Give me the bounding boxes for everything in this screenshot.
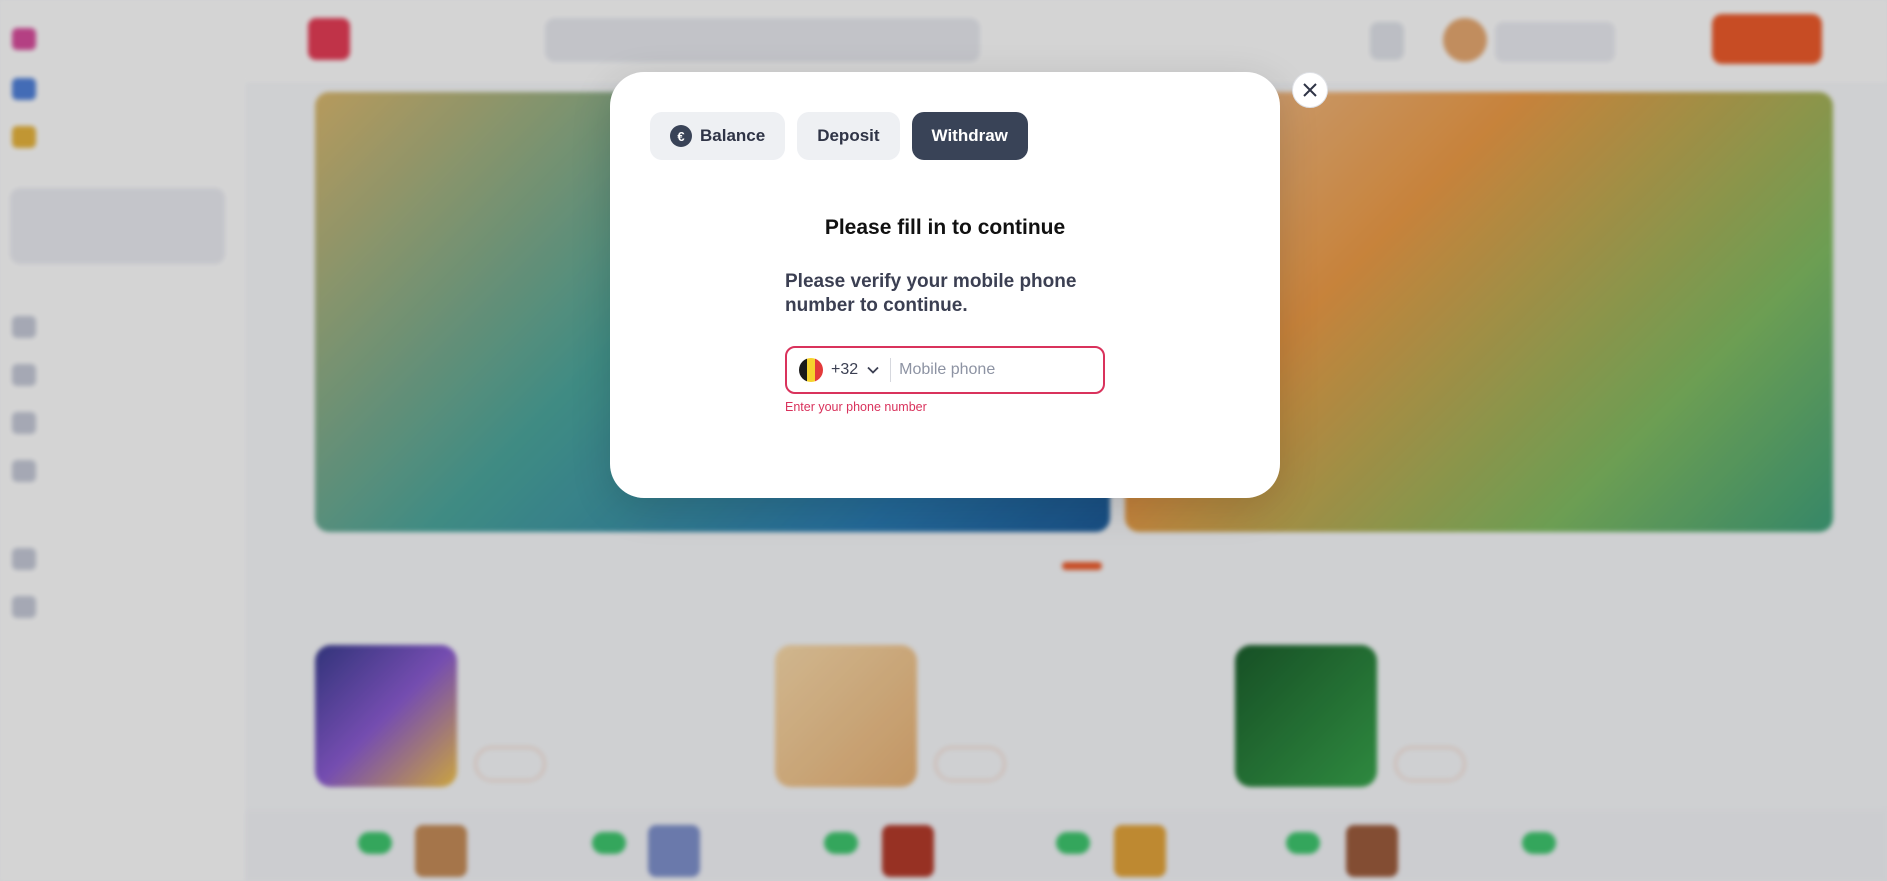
belgium-flag-icon[interactable]	[799, 358, 823, 382]
tab-balance[interactable]: € Balance	[650, 112, 786, 160]
close-button[interactable]	[1292, 72, 1328, 108]
mobile-phone-input[interactable]	[899, 361, 1070, 379]
tab-label: Deposit	[817, 126, 880, 145]
verification-modal: € Balance Deposit Withdraw Please fill i…	[610, 72, 1280, 498]
modal-instructions: Please verify your mobile phone number t…	[785, 271, 1077, 316]
phone-error-message: Enter your phone number	[785, 400, 927, 414]
wallet-tabs: € Balance Deposit Withdraw	[650, 112, 1028, 160]
divider	[890, 358, 892, 382]
tab-label: Withdraw	[931, 126, 1008, 145]
tab-label: Balance	[700, 126, 766, 145]
phone-field: +32	[785, 346, 1105, 394]
close-icon	[1303, 83, 1317, 97]
modal-title: Please fill in to continue	[824, 216, 1066, 239]
tab-deposit[interactable]: Deposit	[797, 112, 900, 160]
country-code[interactable]: +32	[831, 361, 858, 379]
euro-icon: €	[670, 125, 692, 147]
tab-withdraw[interactable]: Withdraw	[911, 112, 1028, 160]
chevron-down-icon[interactable]	[866, 363, 880, 377]
